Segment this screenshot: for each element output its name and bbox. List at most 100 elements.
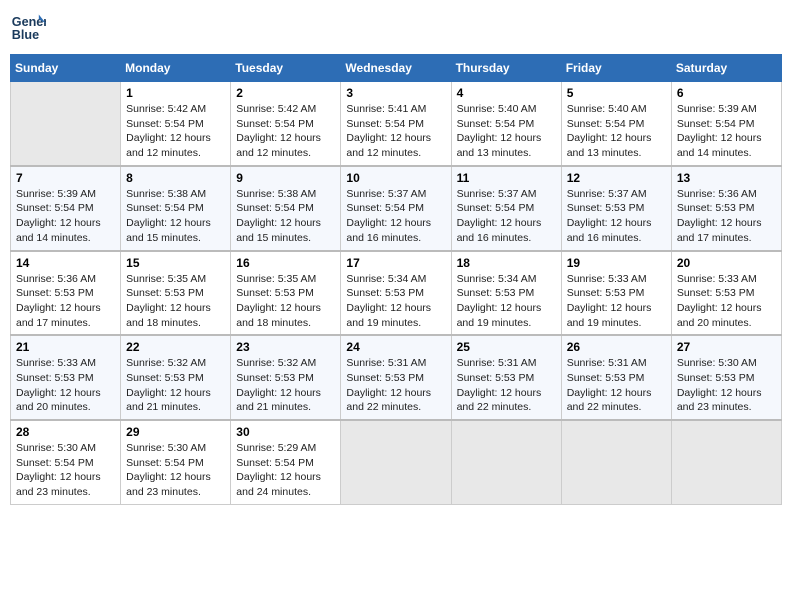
day-number: 14 bbox=[16, 256, 115, 270]
logo-icon: General Blue bbox=[10, 10, 46, 46]
calendar-cell: 9 Sunrise: 5:38 AMSunset: 5:54 PMDaylight… bbox=[231, 166, 341, 251]
col-header-monday: Monday bbox=[121, 55, 231, 82]
calendar-cell bbox=[671, 420, 781, 504]
calendar-cell: 10 Sunrise: 5:37 AMSunset: 5:54 PMDayligh… bbox=[341, 166, 451, 251]
calendar-cell: 19 Sunrise: 5:33 AMSunset: 5:53 PMDayligh… bbox=[561, 251, 671, 336]
calendar-cell: 26 Sunrise: 5:31 AMSunset: 5:53 PMDayligh… bbox=[561, 335, 671, 420]
calendar-cell bbox=[561, 420, 671, 504]
calendar-cell: 22 Sunrise: 5:32 AMSunset: 5:53 PMDayligh… bbox=[121, 335, 231, 420]
calendar-week-row: 28 Sunrise: 5:30 AMSunset: 5:54 PMDayligh… bbox=[11, 420, 782, 504]
calendar-cell: 27 Sunrise: 5:30 AMSunset: 5:53 PMDayligh… bbox=[671, 335, 781, 420]
calendar-cell: 20Sunrise: 5:33 AMSunset: 5:53 PMDayligh… bbox=[671, 251, 781, 336]
day-number: 24 bbox=[346, 340, 445, 354]
col-header-sunday: Sunday bbox=[11, 55, 121, 82]
calendar-week-row: 1 Sunrise: 5:42 AMSunset: 5:54 PMDaylight… bbox=[11, 82, 782, 166]
day-number: 1 bbox=[126, 86, 225, 100]
day-number: 11 bbox=[457, 171, 556, 185]
calendar-week-row: 21 Sunrise: 5:33 AMSunset: 5:53 PMDayligh… bbox=[11, 335, 782, 420]
day-number: 6 bbox=[677, 86, 776, 100]
day-info: Sunrise: 5:30 AMSunset: 5:54 PMDaylight:… bbox=[16, 441, 115, 500]
day-info: Sunrise: 5:34 AMSunset: 5:53 PMDaylight:… bbox=[457, 272, 556, 331]
calendar-cell: 16 Sunrise: 5:35 AMSunset: 5:53 PMDayligh… bbox=[231, 251, 341, 336]
day-number: 26 bbox=[567, 340, 666, 354]
calendar-cell: 23 Sunrise: 5:32 AMSunset: 5:53 PMDayligh… bbox=[231, 335, 341, 420]
day-info: Sunrise: 5:34 AMSunset: 5:53 PMDaylight:… bbox=[346, 272, 445, 331]
calendar-cell: 5 Sunrise: 5:40 AMSunset: 5:54 PMDaylight… bbox=[561, 82, 671, 166]
day-number: 19 bbox=[567, 256, 666, 270]
day-info: Sunrise: 5:30 AMSunset: 5:53 PMDaylight:… bbox=[677, 356, 776, 415]
calendar-cell bbox=[11, 82, 121, 166]
col-header-tuesday: Tuesday bbox=[231, 55, 341, 82]
day-number: 7 bbox=[16, 171, 115, 185]
day-info: Sunrise: 5:39 AMSunset: 5:54 PMDaylight:… bbox=[677, 102, 776, 161]
calendar-cell: 30 Sunrise: 5:29 AMSunset: 5:54 PMDayligh… bbox=[231, 420, 341, 504]
day-number: 30 bbox=[236, 425, 335, 439]
day-info: Sunrise: 5:37 AMSunset: 5:53 PMDaylight:… bbox=[567, 187, 666, 246]
calendar-cell: 4 Sunrise: 5:40 AMSunset: 5:54 PMDaylight… bbox=[451, 82, 561, 166]
day-number: 12 bbox=[567, 171, 666, 185]
day-info: Sunrise: 5:38 AMSunset: 5:54 PMDaylight:… bbox=[126, 187, 225, 246]
day-number: 15 bbox=[126, 256, 225, 270]
day-info: Sunrise: 5:41 AMSunset: 5:54 PMDaylight:… bbox=[346, 102, 445, 161]
day-info: Sunrise: 5:35 AMSunset: 5:53 PMDaylight:… bbox=[126, 272, 225, 331]
day-info: Sunrise: 5:33 AMSunset: 5:53 PMDaylight:… bbox=[16, 356, 115, 415]
calendar-cell: 21 Sunrise: 5:33 AMSunset: 5:53 PMDayligh… bbox=[11, 335, 121, 420]
calendar-cell bbox=[341, 420, 451, 504]
day-number: 3 bbox=[346, 86, 445, 100]
day-info: Sunrise: 5:29 AMSunset: 5:54 PMDaylight:… bbox=[236, 441, 335, 500]
day-number: 16 bbox=[236, 256, 335, 270]
day-info: Sunrise: 5:40 AMSunset: 5:54 PMDaylight:… bbox=[567, 102, 666, 161]
day-info: Sunrise: 5:31 AMSunset: 5:53 PMDaylight:… bbox=[457, 356, 556, 415]
page-header: General Blue bbox=[10, 10, 782, 46]
calendar-cell: 3 Sunrise: 5:41 AMSunset: 5:54 PMDaylight… bbox=[341, 82, 451, 166]
calendar-cell: 14 Sunrise: 5:36 AMSunset: 5:53 PMDayligh… bbox=[11, 251, 121, 336]
svg-text:Blue: Blue bbox=[12, 28, 39, 42]
day-number: 17 bbox=[346, 256, 445, 270]
calendar-cell: 28 Sunrise: 5:30 AMSunset: 5:54 PMDayligh… bbox=[11, 420, 121, 504]
col-header-friday: Friday bbox=[561, 55, 671, 82]
day-number: 10 bbox=[346, 171, 445, 185]
calendar-cell bbox=[451, 420, 561, 504]
calendar-cell: 11 Sunrise: 5:37 AMSunset: 5:54 PMDayligh… bbox=[451, 166, 561, 251]
day-number: 18 bbox=[457, 256, 556, 270]
day-info: Sunrise: 5:37 AMSunset: 5:54 PMDaylight:… bbox=[346, 187, 445, 246]
day-info: Sunrise: 5:35 AMSunset: 5:53 PMDaylight:… bbox=[236, 272, 335, 331]
col-header-thursday: Thursday bbox=[451, 55, 561, 82]
day-info: Sunrise: 5:31 AMSunset: 5:53 PMDaylight:… bbox=[567, 356, 666, 415]
day-number: 21 bbox=[16, 340, 115, 354]
day-info: Sunrise: 5:32 AMSunset: 5:53 PMDaylight:… bbox=[236, 356, 335, 415]
day-number: 28 bbox=[16, 425, 115, 439]
day-info: Sunrise: 5:32 AMSunset: 5:53 PMDaylight:… bbox=[126, 356, 225, 415]
day-number: 22 bbox=[126, 340, 225, 354]
calendar-cell: 2 Sunrise: 5:42 AMSunset: 5:54 PMDaylight… bbox=[231, 82, 341, 166]
day-number: 23 bbox=[236, 340, 335, 354]
day-number: 20 bbox=[677, 256, 776, 270]
day-info: Sunrise: 5:38 AMSunset: 5:54 PMDaylight:… bbox=[236, 187, 335, 246]
calendar-cell: 25Sunrise: 5:31 AMSunset: 5:53 PMDayligh… bbox=[451, 335, 561, 420]
day-number: 4 bbox=[457, 86, 556, 100]
day-info: Sunrise: 5:42 AMSunset: 5:54 PMDaylight:… bbox=[236, 102, 335, 161]
day-info: Sunrise: 5:36 AMSunset: 5:53 PMDaylight:… bbox=[677, 187, 776, 246]
day-number: 8 bbox=[126, 171, 225, 185]
logo: General Blue bbox=[10, 10, 50, 46]
calendar-cell: 17 Sunrise: 5:34 AMSunset: 5:53 PMDayligh… bbox=[341, 251, 451, 336]
day-number: 27 bbox=[677, 340, 776, 354]
day-info: Sunrise: 5:36 AMSunset: 5:53 PMDaylight:… bbox=[16, 272, 115, 331]
calendar-cell: 24Sunrise: 5:31 AMSunset: 5:53 PMDayligh… bbox=[341, 335, 451, 420]
calendar-cell: 6 Sunrise: 5:39 AMSunset: 5:54 PMDaylight… bbox=[671, 82, 781, 166]
day-number: 2 bbox=[236, 86, 335, 100]
day-number: 5 bbox=[567, 86, 666, 100]
day-info: Sunrise: 5:42 AMSunset: 5:54 PMDaylight:… bbox=[126, 102, 225, 161]
day-number: 29 bbox=[126, 425, 225, 439]
calendar-cell: 13Sunrise: 5:36 AMSunset: 5:53 PMDayligh… bbox=[671, 166, 781, 251]
calendar-week-row: 14 Sunrise: 5:36 AMSunset: 5:53 PMDayligh… bbox=[11, 251, 782, 336]
calendar-cell: 12 Sunrise: 5:37 AMSunset: 5:53 PMDayligh… bbox=[561, 166, 671, 251]
day-info: Sunrise: 5:33 AMSunset: 5:53 PMDaylight:… bbox=[567, 272, 666, 331]
calendar-table: SundayMondayTuesdayWednesdayThursdayFrid… bbox=[10, 54, 782, 505]
day-number: 9 bbox=[236, 171, 335, 185]
day-info: Sunrise: 5:40 AMSunset: 5:54 PMDaylight:… bbox=[457, 102, 556, 161]
day-info: Sunrise: 5:37 AMSunset: 5:54 PMDaylight:… bbox=[457, 187, 556, 246]
day-info: Sunrise: 5:39 AMSunset: 5:54 PMDaylight:… bbox=[16, 187, 115, 246]
calendar-cell: 8 Sunrise: 5:38 AMSunset: 5:54 PMDaylight… bbox=[121, 166, 231, 251]
col-header-saturday: Saturday bbox=[671, 55, 781, 82]
